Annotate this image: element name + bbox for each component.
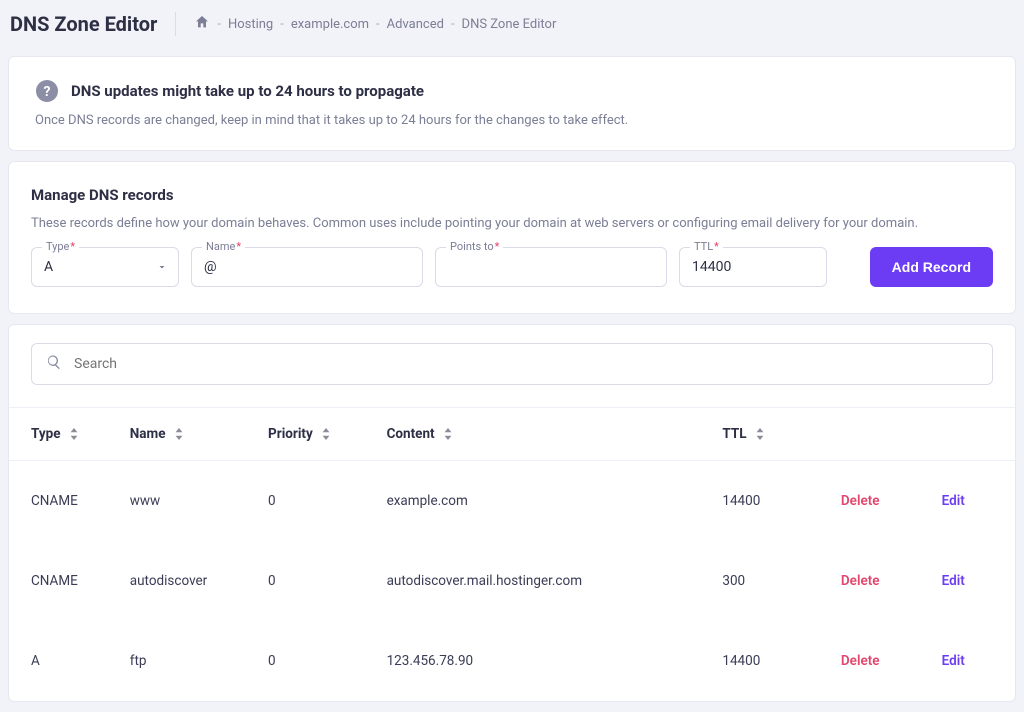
- ttl-label: TTL*: [690, 240, 723, 253]
- th-ttl[interactable]: TTL: [722, 426, 841, 442]
- header-bar: DNS Zone Editor - Hosting - example.com …: [0, 0, 1024, 46]
- breadcrumb-item-advanced[interactable]: Advanced: [387, 17, 444, 32]
- cell-priority: 0: [268, 493, 387, 509]
- cell-type: CNAME: [31, 493, 130, 509]
- svg-text:?: ?: [44, 84, 51, 100]
- cell-ttl: 14400: [722, 493, 841, 509]
- notice-title: DNS updates might take up to 24 hours to…: [71, 82, 424, 100]
- table-row: Aftp0123.456.78.9014400Delete Edit: [9, 621, 1015, 701]
- edit-link[interactable]: Edit: [942, 653, 965, 669]
- breadcrumb-sep: -: [376, 17, 380, 32]
- type-value[interactable]: [44, 259, 148, 275]
- add-record-form: Type* Name* Points to* TTL* Add Record: [31, 247, 993, 287]
- manage-subtitle: These records define how your domain beh…: [31, 216, 993, 231]
- points-to-input[interactable]: [448, 259, 654, 275]
- breadcrumb-sep: -: [217, 17, 221, 32]
- sort-icon: [321, 428, 331, 440]
- search-input[interactable]: [74, 356, 978, 372]
- cell-content: 123.456.78.90: [387, 653, 723, 669]
- breadcrumb-item-current: DNS Zone Editor: [462, 17, 557, 32]
- points-to-label: Points to*: [446, 240, 503, 253]
- ttl-field[interactable]: TTL*: [679, 247, 827, 287]
- table-header: Type Name Priority Content TTL: [9, 407, 1015, 461]
- cell-name: www: [130, 493, 268, 509]
- search-field[interactable]: [31, 343, 993, 385]
- sort-icon: [755, 428, 765, 440]
- th-type[interactable]: Type: [31, 426, 130, 442]
- breadcrumb-sep: -: [451, 17, 455, 32]
- breadcrumb-item-hosting[interactable]: Hosting: [228, 17, 273, 32]
- cell-content: autodiscover.mail.hostinger.com: [387, 573, 723, 589]
- type-label: Type*: [42, 240, 79, 253]
- name-field[interactable]: Name*: [191, 247, 423, 287]
- chevron-down-icon: [156, 261, 168, 273]
- breadcrumb-sep: -: [280, 17, 284, 32]
- sort-icon: [443, 428, 453, 440]
- sort-icon: [69, 428, 79, 440]
- cell-ttl: 300: [722, 573, 841, 589]
- cell-priority: 0: [268, 653, 387, 669]
- notice-description: Once DNS records are changed, keep in mi…: [35, 113, 989, 128]
- propagation-notice-card: ? DNS updates might take up to 24 hours …: [8, 56, 1016, 151]
- name-label: Name*: [202, 240, 245, 253]
- delete-link[interactable]: Delete: [841, 653, 880, 669]
- type-select[interactable]: Type*: [31, 247, 179, 287]
- info-icon: ?: [35, 79, 59, 103]
- page-title: DNS Zone Editor: [10, 12, 176, 36]
- cell-name: ftp: [130, 653, 268, 669]
- delete-link[interactable]: Delete: [841, 573, 880, 589]
- home-icon[interactable]: [194, 14, 210, 34]
- cell-type: CNAME: [31, 573, 130, 589]
- search-icon: [46, 354, 62, 374]
- edit-link[interactable]: Edit: [942, 573, 965, 589]
- records-table: Type Name Priority Content TTL CNAME: [9, 407, 1015, 701]
- cell-priority: 0: [268, 573, 387, 589]
- th-priority[interactable]: Priority: [268, 426, 387, 442]
- breadcrumb-item-domain[interactable]: example.com: [291, 17, 369, 32]
- delete-link[interactable]: Delete: [841, 493, 880, 509]
- add-record-button[interactable]: Add Record: [870, 247, 993, 287]
- name-input[interactable]: [204, 259, 410, 275]
- edit-link[interactable]: Edit: [942, 493, 965, 509]
- records-card: Type Name Priority Content TTL CNAME: [8, 324, 1016, 702]
- th-content[interactable]: Content: [387, 426, 723, 442]
- cell-name: autodiscover: [130, 573, 268, 589]
- table-row: CNAMEwww0example.com14400Delete Edit: [9, 461, 1015, 541]
- cell-type: A: [31, 653, 130, 669]
- breadcrumb: - Hosting - example.com - Advanced - DNS…: [194, 14, 556, 34]
- points-to-field[interactable]: Points to*: [435, 247, 667, 287]
- cell-ttl: 14400: [722, 653, 841, 669]
- table-row: CNAMEautodiscover0autodiscover.mail.host…: [9, 541, 1015, 621]
- sort-icon: [174, 428, 184, 440]
- manage-dns-card: Manage DNS records These records define …: [8, 161, 1016, 314]
- manage-title: Manage DNS records: [31, 186, 993, 204]
- th-name[interactable]: Name: [130, 426, 268, 442]
- cell-content: example.com: [387, 493, 723, 509]
- ttl-input[interactable]: [692, 259, 814, 275]
